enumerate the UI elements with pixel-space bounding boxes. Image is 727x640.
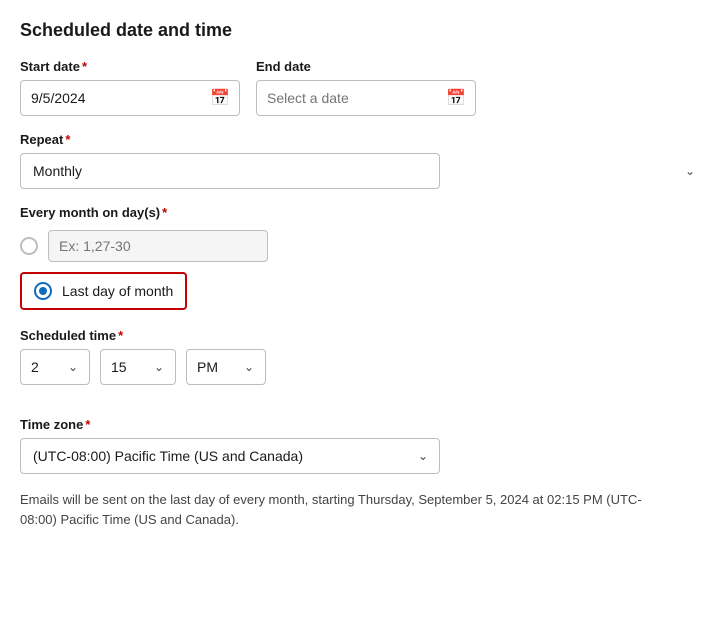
day-radio-group: Last day of month bbox=[20, 230, 707, 310]
day-input-radio[interactable] bbox=[20, 237, 38, 255]
every-month-group: Every month on day(s)* Last day of month bbox=[20, 205, 707, 310]
time-selects-row: 2 134 567 8910 1112 ⌄ 15 000510 202530 3… bbox=[20, 349, 707, 385]
every-month-label: Every month on day(s)* bbox=[20, 205, 707, 220]
end-date-group: End date 📅 bbox=[256, 59, 476, 116]
page-title: Scheduled date and time bbox=[20, 20, 707, 41]
last-day-radio[interactable] bbox=[34, 282, 52, 300]
start-date-label: Start date* bbox=[20, 59, 240, 74]
start-date-group: Start date* 📅 bbox=[20, 59, 240, 116]
repeat-label: Repeat* bbox=[20, 132, 707, 147]
hour-select[interactable]: 2 134 567 8910 1112 bbox=[20, 349, 90, 385]
start-date-input[interactable] bbox=[20, 80, 240, 116]
info-text: Emails will be sent on the last day of e… bbox=[20, 490, 660, 529]
ampm-select[interactable]: PM AM bbox=[186, 349, 266, 385]
timezone-label: Time zone* bbox=[20, 417, 707, 432]
repeat-select[interactable]: Monthly Daily Weekly Yearly bbox=[20, 153, 440, 189]
last-day-label: Last day of month bbox=[62, 283, 173, 299]
repeat-chevron-icon: ⌄ bbox=[685, 164, 695, 178]
end-date-input[interactable] bbox=[256, 80, 476, 116]
day-input-field[interactable] bbox=[48, 230, 268, 262]
timezone-select[interactable]: (UTC-08:00) Pacific Time (US and Canada) bbox=[20, 438, 440, 474]
timezone-select-wrapper: (UTC-08:00) Pacific Time (US and Canada)… bbox=[20, 438, 440, 474]
day-input-option bbox=[20, 230, 707, 262]
minute-select[interactable]: 15 000510 202530 354045 5055 bbox=[100, 349, 176, 385]
repeat-select-wrapper: Monthly Daily Weekly Yearly ⌄ bbox=[20, 153, 707, 189]
ampm-select-wrapper: PM AM ⌄ bbox=[186, 349, 266, 385]
repeat-group: Repeat* Monthly Daily Weekly Yearly ⌄ bbox=[20, 132, 707, 189]
hour-select-wrapper: 2 134 567 8910 1112 ⌄ bbox=[20, 349, 90, 385]
end-date-label: End date bbox=[256, 59, 476, 74]
scheduled-time-label: Scheduled time* bbox=[20, 328, 707, 343]
scheduled-time-group: Scheduled time* 2 134 567 8910 1112 ⌄ 15… bbox=[20, 328, 707, 401]
end-date-input-wrapper: 📅 bbox=[256, 80, 476, 116]
last-day-option[interactable]: Last day of month bbox=[20, 272, 187, 310]
start-date-input-wrapper: 📅 bbox=[20, 80, 240, 116]
timezone-group: Time zone* (UTC-08:00) Pacific Time (US … bbox=[20, 417, 707, 474]
minute-select-wrapper: 15 000510 202530 354045 5055 ⌄ bbox=[100, 349, 176, 385]
